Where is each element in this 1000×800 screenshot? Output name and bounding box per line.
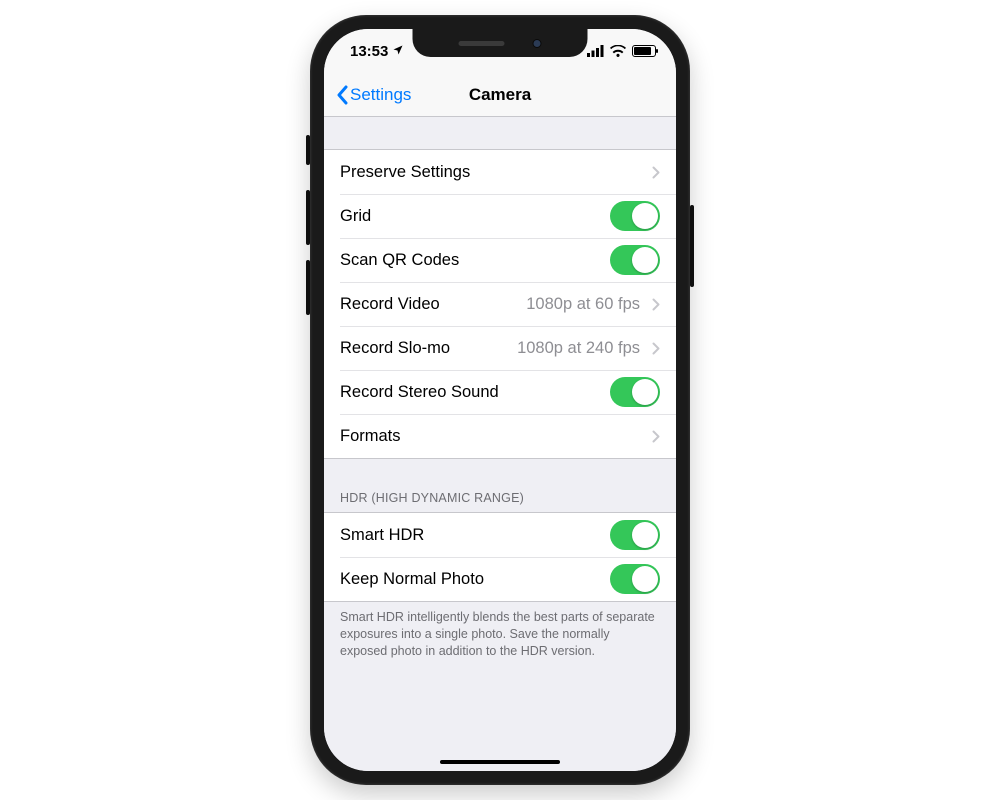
- row-label: Keep Normal Photo: [340, 570, 484, 589]
- toggle-grid[interactable]: [610, 201, 660, 231]
- row-smart-hdr[interactable]: Smart HDR: [324, 513, 676, 557]
- toggle-record-stereo-sound[interactable]: [610, 377, 660, 407]
- row-value: 1080p at 240 fps: [517, 339, 646, 358]
- settings-content[interactable]: Preserve Settings Grid Scan QR Codes: [324, 117, 676, 771]
- row-label: Grid: [340, 207, 371, 226]
- chevron-left-icon: [336, 85, 348, 105]
- section-header-hdr: HDR (HIGH DYNAMIC RANGE): [324, 491, 676, 512]
- page-title: Camera: [469, 85, 531, 105]
- section-footer-hdr: Smart HDR intelligently blends the best …: [324, 602, 676, 660]
- row-label: Record Stereo Sound: [340, 383, 499, 402]
- row-label: Formats: [340, 427, 401, 446]
- chevron-right-icon: [652, 342, 660, 355]
- chevron-right-icon: [652, 430, 660, 443]
- row-value: 1080p at 60 fps: [526, 295, 646, 314]
- row-label: Scan QR Codes: [340, 251, 459, 270]
- chevron-right-icon: [652, 298, 660, 311]
- home-indicator[interactable]: [440, 760, 560, 764]
- back-label: Settings: [350, 85, 411, 105]
- row-keep-normal-photo[interactable]: Keep Normal Photo: [324, 557, 676, 601]
- row-label: Record Video: [340, 295, 440, 314]
- status-time: 13:53: [350, 43, 388, 60]
- row-record-video[interactable]: Record Video 1080p at 60 fps: [324, 282, 676, 326]
- toggle-scan-qr-codes[interactable]: [610, 245, 660, 275]
- navigation-bar: Settings Camera: [324, 73, 676, 117]
- row-label: Preserve Settings: [340, 163, 470, 182]
- wifi-icon: [610, 45, 626, 57]
- location-arrow-icon: [392, 44, 404, 59]
- row-scan-qr-codes[interactable]: Scan QR Codes: [324, 238, 676, 282]
- battery-icon: [632, 45, 656, 57]
- row-label: Smart HDR: [340, 526, 424, 545]
- row-formats[interactable]: Formats: [324, 414, 676, 458]
- row-preserve-settings[interactable]: Preserve Settings: [324, 150, 676, 194]
- chevron-right-icon: [652, 166, 660, 179]
- row-label: Record Slo-mo: [340, 339, 450, 358]
- toggle-smart-hdr[interactable]: [610, 520, 660, 550]
- row-record-slo-mo[interactable]: Record Slo-mo 1080p at 240 fps: [324, 326, 676, 370]
- cellular-icon: [587, 45, 604, 57]
- toggle-keep-normal-photo[interactable]: [610, 564, 660, 594]
- row-grid[interactable]: Grid: [324, 194, 676, 238]
- row-record-stereo-sound[interactable]: Record Stereo Sound: [324, 370, 676, 414]
- back-button[interactable]: Settings: [330, 73, 417, 116]
